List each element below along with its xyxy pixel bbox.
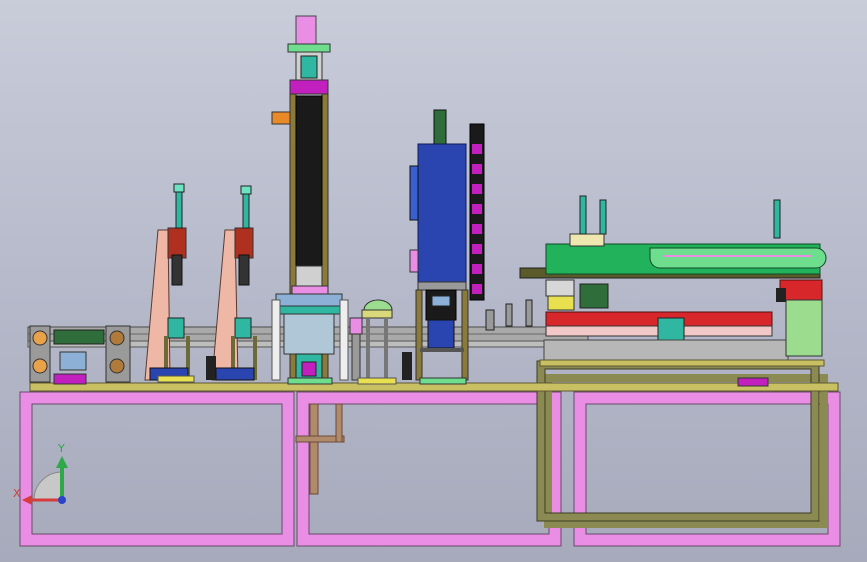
axis-y-label: Y (57, 442, 65, 455)
small-pins (485, 299, 533, 331)
cad-viewport[interactable]: X Y (0, 0, 867, 562)
left-feeder (29, 325, 131, 385)
machine-drawing: X Y (13, 15, 841, 547)
cable-chain (469, 123, 485, 301)
fixture-station-1 (144, 183, 195, 383)
z-axis-dot (58, 496, 66, 504)
support-column-2 (335, 403, 343, 443)
support-column (309, 403, 319, 495)
axis-x-label: X (13, 487, 21, 500)
fixture-station-2 (206, 185, 257, 381)
right-unit-deck (539, 359, 825, 367)
green-gantry (519, 195, 827, 361)
right-unit-part (737, 377, 769, 387)
base-frame-left (20, 392, 294, 546)
